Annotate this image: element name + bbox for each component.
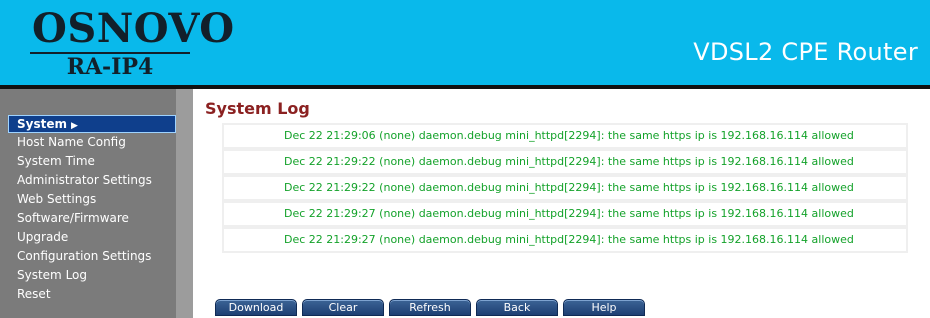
caret-right-icon: ▶ <box>71 121 78 131</box>
logo-model-text: RA-IP4 <box>66 54 154 80</box>
log-entry: Dec 22 21:29:27 (none) daemon.debug mini… <box>224 203 906 225</box>
sidebar-section-system[interactable]: System ▶ <box>8 115 176 133</box>
sidebar-item-reset[interactable]: Reset <box>17 285 177 304</box>
sidebar-menu: Host Name Config System Time Administrat… <box>17 133 177 304</box>
refresh-button[interactable]: Refresh <box>389 299 471 316</box>
page-title: System Log <box>205 99 310 118</box>
log-entry: Dec 22 21:29:22 (none) daemon.debug mini… <box>224 177 906 199</box>
sidebar-gutter <box>176 89 193 318</box>
header-banner: OSNOVO RA-IP4 VDSL2 CPE Router <box>0 0 930 85</box>
sidebar-item-system-log[interactable]: System Log <box>17 266 177 285</box>
logo-brand-text: OSNOVO <box>32 5 235 52</box>
sidebar-item-system-time[interactable]: System Time <box>17 152 177 171</box>
download-button[interactable]: Download <box>215 299 297 316</box>
router-title: VDSL2 CPE Router <box>693 38 918 66</box>
clear-button[interactable]: Clear <box>302 299 384 316</box>
sidebar-item-configuration-settings[interactable]: Configuration Settings <box>17 247 177 266</box>
help-button[interactable]: Help <box>563 299 645 316</box>
sidebar-item-web-settings[interactable]: Web Settings <box>17 190 177 209</box>
osnovo-logo: OSNOVO RA-IP4 <box>10 6 234 80</box>
sidebar-item-upgrade[interactable]: Upgrade <box>17 228 177 247</box>
sidebar-item-software-firmware[interactable]: Software/Firmware <box>17 209 177 228</box>
log-entry: Dec 22 21:29:22 (none) daemon.debug mini… <box>224 151 906 173</box>
system-log-list: Dec 22 21:29:06 (none) daemon.debug mini… <box>222 123 908 253</box>
back-button[interactable]: Back <box>476 299 558 316</box>
log-entry: Dec 22 21:29:06 (none) daemon.debug mini… <box>224 125 906 147</box>
log-entry: Dec 22 21:29:27 (none) daemon.debug mini… <box>224 229 906 251</box>
sidebar-item-host-name-config[interactable]: Host Name Config <box>17 133 177 152</box>
sidebar-item-administrator-settings[interactable]: Administrator Settings <box>17 171 177 190</box>
sidebar-section-label: System <box>17 117 67 131</box>
